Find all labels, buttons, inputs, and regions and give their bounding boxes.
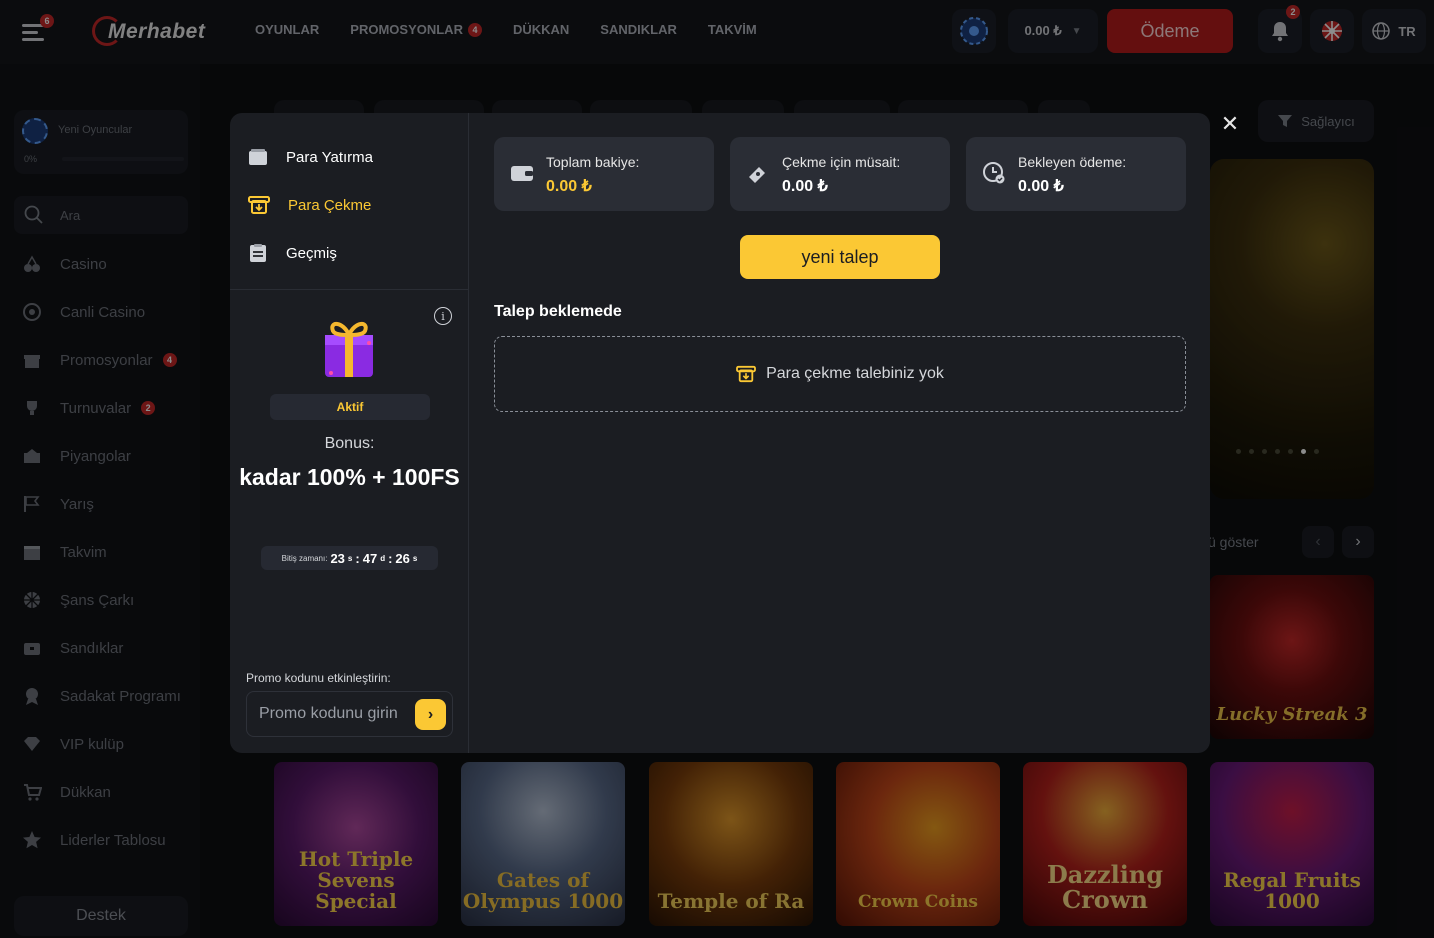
close-icon: ✕ <box>1220 111 1240 136</box>
wallet-icon <box>511 166 533 181</box>
available-balance-value: 0.00 ₺ <box>782 178 828 195</box>
new-request-button[interactable]: yeni talep <box>740 235 940 279</box>
promo-submit-button[interactable]: › <box>415 699 446 730</box>
timer-seconds: 26 <box>395 550 410 566</box>
empty-state: Para çekme talebiniz yok <box>494 336 1186 412</box>
empty-state-text: Para çekme talebiniz yok <box>766 365 944 382</box>
bonus-timer: Bitiş zamanı: 23 s : 47 d : 26 s <box>261 546 438 570</box>
history-icon <box>250 244 266 262</box>
balance-card-total: Toplam bakiye: 0.00 ₺ <box>494 137 714 211</box>
bonus-status-badge: Aktif <box>270 394 430 420</box>
timer-minutes: 47 <box>362 550 378 566</box>
promo-placeholder: Promo kodunu girin <box>259 705 398 722</box>
wallet-modal: Para Yatırma Para Çekme Geçmiş i Aktif B… <box>230 113 1210 753</box>
pending-title: Talep beklemede <box>494 303 622 320</box>
clock-check-icon <box>983 162 1005 184</box>
bonus-value: kadar 100% + 100FS <box>239 464 460 490</box>
close-modal-button[interactable]: ✕ <box>1218 111 1242 136</box>
modal-tab-withdraw[interactable]: Para Çekme <box>230 181 468 229</box>
total-balance-value: 0.00 ₺ <box>546 178 592 195</box>
timer-label: Bitiş zamanı: <box>281 553 328 563</box>
info-icon[interactable]: i <box>434 307 452 325</box>
wallet-icon <box>249 149 267 165</box>
bonus-label: Bonus: <box>324 435 375 452</box>
modal-tab-deposit[interactable]: Para Yatırma <box>230 133 468 181</box>
modal-sidebar: Para Yatırma Para Çekme Geçmiş i Aktif B… <box>230 113 469 753</box>
bonus-gift-icon <box>319 313 379 384</box>
withdraw-icon <box>248 196 270 214</box>
balance-card-pending: Bekleyen ödeme: 0.00 ₺ <box>966 137 1186 211</box>
chevron-right-icon: › <box>427 705 434 723</box>
pending-balance-value: 0.00 ₺ <box>1018 178 1064 195</box>
money-icon <box>749 167 765 183</box>
promo-label: Promo kodunu etkinleştirin: <box>246 671 391 685</box>
withdraw-icon <box>736 365 756 383</box>
balance-card-available: Çekme için müsait: 0.00 ₺ <box>730 137 950 211</box>
divider <box>230 289 469 290</box>
timer-hours: 23 <box>330 550 345 566</box>
modal-menu: Para Yatırma Para Çekme Geçmiş <box>230 113 468 277</box>
promo-code-input[interactable]: Promo kodunu girin › <box>246 691 453 737</box>
modal-tab-history[interactable]: Geçmiş <box>230 229 468 277</box>
